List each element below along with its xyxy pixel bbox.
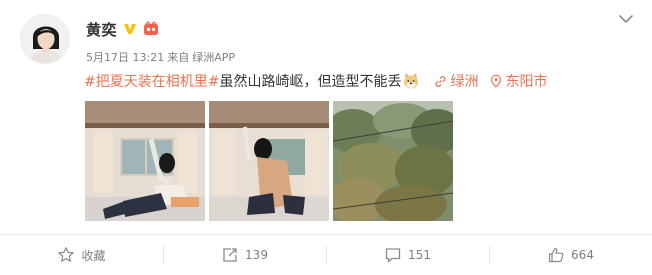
repost-icon (223, 248, 237, 262)
photo-grid (85, 101, 453, 221)
weibo-post-card: 黄奕 5月17日 13:21 来自 绿洲APP #把夏天装在相机里# 虽然山路崎… (0, 0, 652, 275)
avatar[interactable] (20, 14, 70, 64)
topic-link[interactable]: #把夏天装在相机里# (84, 71, 219, 91)
thumbs-up-icon (548, 247, 564, 263)
post-body: 虽然山路崎岖，但造型不能丢 (219, 74, 402, 90)
post-text: #把夏天装在相机里# 虽然山路崎岖，但造型不能丢 绿洲 东阳市 (84, 70, 547, 92)
favorite-button[interactable]: 收藏 (0, 235, 163, 275)
author-row: 黄奕 (86, 18, 159, 40)
location-pin-icon (491, 74, 502, 88)
v-badge-icon (124, 24, 137, 34)
location-label: 东阳市 (505, 74, 548, 90)
source-prefix: 来自 (167, 51, 190, 64)
favorite-label: 收藏 (81, 248, 106, 263)
location-link[interactable]: 东阳市 (490, 71, 547, 91)
like-count: 664 (571, 248, 594, 262)
repost-count: 139 (245, 248, 268, 262)
link-icon (435, 75, 446, 87)
comment-count: 151 (408, 248, 431, 262)
star-icon (58, 247, 75, 262)
oasis-link[interactable]: 绿洲 (434, 71, 478, 91)
post-date[interactable]: 5月17日 13:21 (86, 49, 164, 65)
member-badge-icon[interactable] (143, 21, 159, 37)
photo-2[interactable] (209, 101, 329, 221)
source-app[interactable]: 绿洲APP (192, 49, 235, 65)
action-bar: 收藏 139 151 664 (0, 235, 652, 275)
author-name[interactable]: 黄奕 (86, 19, 117, 40)
photo-3[interactable] (333, 101, 453, 221)
comment-button[interactable]: 151 (326, 235, 489, 275)
post-meta: 5月17日 13:21 来自 绿洲APP (86, 49, 235, 65)
comment-icon (385, 248, 401, 263)
photo-1[interactable] (85, 101, 205, 221)
like-button[interactable]: 664 (489, 235, 652, 275)
doge-emoji-icon (404, 73, 419, 89)
chevron-down-icon[interactable] (617, 12, 635, 26)
oasis-link-label: 绿洲 (450, 74, 479, 90)
repost-button[interactable]: 139 (163, 235, 326, 275)
